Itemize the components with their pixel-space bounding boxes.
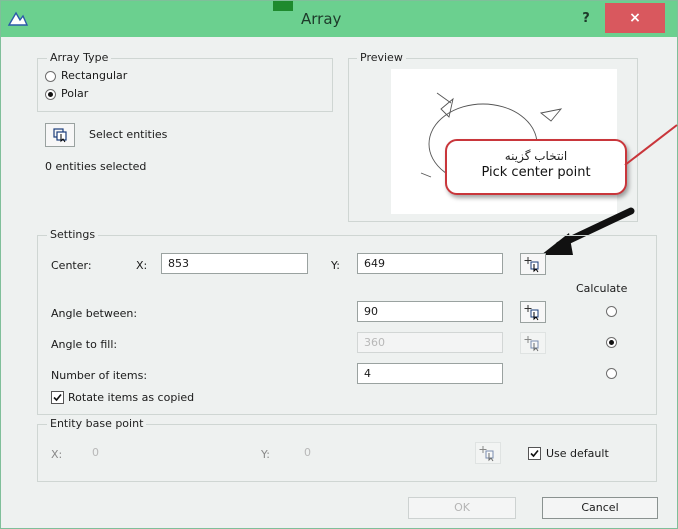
angle-between-label: Angle between:: [51, 307, 138, 320]
radio-polar[interactable]: [45, 89, 56, 100]
base-x-input: 0: [92, 446, 99, 459]
rotate-items-checkbox[interactable]: [51, 391, 64, 404]
select-entities-label: Select entities: [89, 128, 168, 141]
calc-angle-to-fill-radio[interactable]: [606, 337, 617, 348]
pick-angle-icon: [524, 305, 539, 321]
pick-base-point-button: [475, 442, 501, 464]
checkmark-icon: [53, 393, 62, 402]
settings-legend: Settings: [47, 228, 99, 241]
angle-between-input[interactable]: 90: [357, 301, 503, 322]
center-y-label: Y:: [331, 259, 340, 272]
base-y-label: Y:: [261, 448, 270, 461]
use-default-label: Use default: [546, 447, 609, 460]
radio-rectangular-label: Rectangular: [61, 69, 128, 82]
pick-fill-icon: [524, 336, 539, 352]
center-x-input[interactable]: 853: [161, 253, 308, 274]
pick-center-button[interactable]: [520, 253, 546, 275]
pick-angle-between-button[interactable]: [520, 301, 546, 323]
radio-rectangular[interactable]: [45, 71, 56, 82]
calc-angle-between-radio[interactable]: [606, 306, 617, 317]
select-entities-icon: [53, 128, 67, 143]
close-button[interactable]: ×: [605, 3, 665, 33]
array-dialog: Array ? × Array Type Rectangular Polar S…: [0, 0, 678, 529]
angle-to-fill-input: 360: [357, 332, 503, 353]
base-x-label: X:: [51, 448, 63, 461]
number-of-items-input[interactable]: 4: [357, 363, 503, 384]
cancel-button[interactable]: Cancel: [542, 497, 658, 519]
use-default-checkbox[interactable]: [528, 447, 541, 460]
center-label: Center:: [51, 259, 92, 272]
calc-number-of-items-radio[interactable]: [606, 368, 617, 379]
preview-legend: Preview: [357, 51, 406, 64]
window-title: Array: [301, 10, 342, 28]
center-y-input[interactable]: 649: [357, 253, 503, 274]
select-entities-button[interactable]: [45, 123, 75, 147]
entities-selected-status: 0 entities selected: [45, 160, 147, 173]
callout-english-text: Pick center point: [481, 165, 591, 180]
pick-base-icon: [479, 446, 494, 462]
callout-persian-text: انتخاب گزینه: [504, 149, 568, 163]
callout-pointer-line: [624, 124, 678, 166]
array-type-group: [37, 58, 333, 112]
number-of-items-label: Number of items:: [51, 369, 148, 382]
title-bar: Array ? ×: [1, 1, 677, 37]
checkmark-icon: [530, 449, 539, 458]
help-button[interactable]: ?: [575, 9, 597, 29]
angle-to-fill-label: Angle to fill:: [51, 338, 118, 351]
app-logo-icon: [7, 9, 29, 29]
settings-group: [37, 235, 657, 415]
pick-center-callout: انتخاب گزینه Pick center point: [445, 139, 627, 195]
pick-point-icon: [524, 257, 539, 273]
pick-angle-to-fill-button: [520, 332, 546, 354]
rotate-items-label: Rotate items as copied: [68, 391, 195, 404]
entity-base-point-legend: Entity base point: [47, 417, 147, 430]
center-x-label: X:: [136, 259, 148, 272]
calculate-label: Calculate: [576, 282, 628, 295]
array-type-legend: Array Type: [47, 51, 112, 64]
ok-button[interactable]: OK: [408, 497, 516, 519]
base-y-input: 0: [304, 446, 311, 459]
radio-polar-label: Polar: [61, 87, 89, 100]
taskbar-chip: [273, 1, 293, 11]
